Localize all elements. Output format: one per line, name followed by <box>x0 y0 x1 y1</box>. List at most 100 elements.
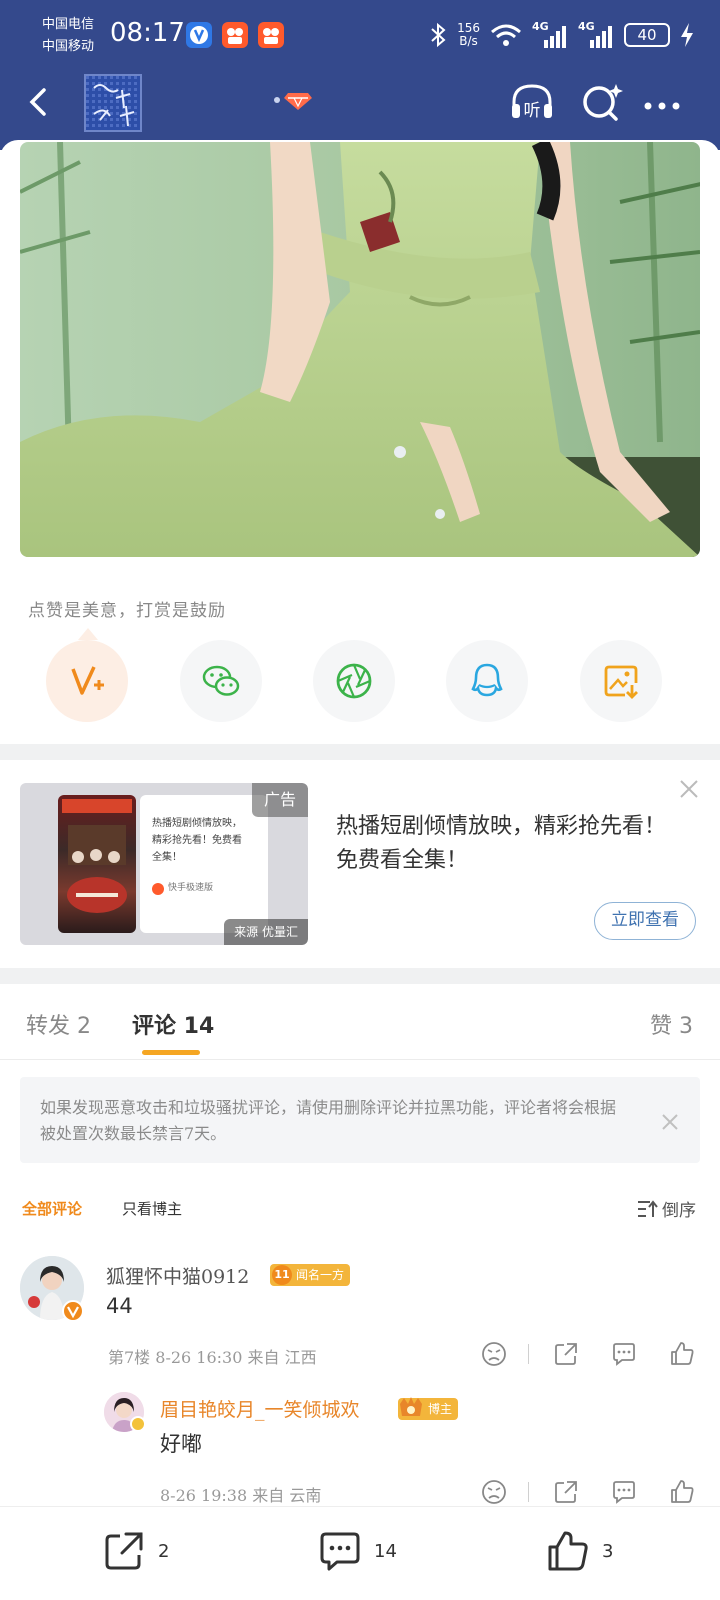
bottom-like-button[interactable]: 3 <box>546 1529 613 1573</box>
comment-icon <box>320 1532 360 1571</box>
battery-level: 40 <box>624 23 670 47</box>
listen-icon[interactable]: 听 <box>508 78 556 126</box>
notice-close-icon[interactable] <box>660 1112 680 1132</box>
status-bar: 中国电信 中国移动 08:17 156 B/s 4G 4G 40 <box>0 0 720 70</box>
ad-card-line-1: 热播短剧倾情放映， <box>152 818 242 829</box>
ad-card: 热播短剧倾情放映， 精彩抢先看！免费看 全集！ 快手极速版 <box>140 795 268 933</box>
reward-tip: 点赞是美意，打赏是鼓励 <box>28 601 226 621</box>
share-row <box>0 640 720 724</box>
sort-icon <box>638 1199 658 1217</box>
wechat-icon <box>202 665 240 696</box>
more-icon[interactable] <box>638 78 686 126</box>
wifi-icon <box>491 24 521 46</box>
blogger-badge-emblem-icon <box>398 1396 422 1416</box>
search-sparkle-icon[interactable] <box>578 78 626 126</box>
ad-close-icon[interactable] <box>678 778 700 800</box>
action-separator <box>528 1482 529 1502</box>
section-gap-2 <box>0 968 720 984</box>
kuaishou-logo-icon <box>152 882 164 895</box>
back-icon[interactable] <box>20 82 60 122</box>
blogger-badge: 博主 <box>398 1396 459 1420</box>
save-image-button[interactable] <box>580 640 662 722</box>
verified-badge-icon <box>62 1300 84 1322</box>
filter-all-comments[interactable]: 全部评论 <box>22 1198 82 1219</box>
ad-view-button[interactable]: 立即查看 <box>594 902 696 940</box>
tab-likes[interactable]: 赞 3 <box>650 1008 693 1040</box>
signal-bars-icon <box>590 26 612 48</box>
active-tab-indicator <box>142 1050 200 1055</box>
clock: 08:17 <box>110 18 185 48</box>
dislike-face-icon[interactable] <box>480 1340 508 1368</box>
fan-level-number: 11 <box>272 1265 292 1285</box>
kuaishou-notification-icon <box>222 22 248 48</box>
ad-card-line-2: 精彩抢先看！免费看 <box>152 835 242 846</box>
kuaishou-notification-icon-2 <box>258 22 284 48</box>
like-thumb-icon[interactable] <box>668 1478 696 1506</box>
ad-poster-art <box>62 799 132 913</box>
reply-text: 好嘟 <box>160 1432 202 1456</box>
ad-card-line-3: 全集！ <box>152 852 182 863</box>
repost-icon[interactable] <box>552 1340 580 1368</box>
post-photo[interactable] <box>20 142 700 557</box>
share-qq-button[interactable] <box>446 640 528 722</box>
status-right: 156 B/s 4G 4G 40 <box>429 18 694 52</box>
comment-meta: 第7楼 8-26 16:30 来自 江西 <box>108 1348 317 1367</box>
tip-pointer <box>78 628 98 640</box>
vip-diamond-icon <box>274 93 312 110</box>
bottom-action-bar: 2 14 3 <box>0 1506 720 1600</box>
ad-card-brand-name: 快手极速版 <box>168 883 214 893</box>
tab-reposts[interactable]: 转发 2 <box>26 1008 91 1040</box>
comment-text: 44 <box>106 1294 133 1318</box>
bottom-comment-button[interactable]: 14 <box>318 1529 397 1573</box>
signal-2: 4G <box>578 20 614 48</box>
blogger-badge-label: 博主 <box>428 1402 453 1416</box>
listen-label: 听 <box>524 101 541 121</box>
share-moments-button[interactable] <box>313 640 395 722</box>
ad-headline[interactable]: 热播短剧倾情放映，精彩抢先看！免费看全集！ <box>336 810 676 878</box>
carrier-1: 中国电信 <box>42 17 95 32</box>
reply-verified-icon <box>130 1416 146 1432</box>
photo-illustration <box>20 142 700 557</box>
fan-level-badge: 11 闻名一方 <box>270 1264 351 1286</box>
page: 中国电信 中国移动 08:17 156 B/s 4G 4G 40 听 点赞是美意… <box>0 0 720 1600</box>
ad-source: 来源 优量汇 <box>224 919 308 945</box>
charging-icon <box>681 23 693 47</box>
like-count: 3 <box>602 1540 614 1562</box>
blogger-avatar[interactable] <box>84 74 142 132</box>
sort-toggle[interactable]: 倒序 <box>636 1196 696 1221</box>
repost-icon[interactable] <box>552 1478 580 1506</box>
carrier-2: 中国移动 <box>42 39 95 54</box>
tab-comments[interactable]: 评论 14 <box>132 1008 214 1040</box>
qq-penguin-icon <box>471 663 503 697</box>
reply-comment-icon[interactable] <box>610 1478 638 1506</box>
reply-meta: 8-26 19:38 来自 云南 <box>160 1486 322 1505</box>
tab-divider <box>0 1059 720 1060</box>
app-notification-icon <box>186 22 212 48</box>
filter-owner-only[interactable]: 只看博主 <box>122 1198 182 1219</box>
save-image-icon <box>604 665 638 699</box>
carrier-info: 中国电信 中国移动 <box>42 14 94 58</box>
commenter-name[interactable]: 狐狸怀中猫0912 <box>106 1262 249 1289</box>
action-separator <box>528 1344 529 1364</box>
share-wechat-button[interactable] <box>180 640 262 722</box>
reply-author-name[interactable]: 眉目艳皎月_一笑倾城欢 <box>160 1395 360 1422</box>
sort-label: 倒序 <box>662 1201 696 1221</box>
like-thumb-icon[interactable] <box>668 1340 696 1368</box>
reply-comment-icon[interactable] <box>610 1340 638 1368</box>
net-speed: 156 B/s <box>457 22 480 48</box>
repost-count: 2 <box>158 1540 170 1562</box>
comment-count: 14 <box>374 1540 397 1562</box>
ad-image[interactable]: 热播短剧倾情放映， 精彩抢先看！免费看 全集！ 快手极速版 广告 来源 优量汇 <box>20 783 308 945</box>
section-gap-1 <box>0 744 720 760</box>
bluetooth-icon <box>431 22 446 48</box>
comment-notice: 如果发现恶意攻击和垃圾骚扰评论，请使用删除评论并拉黑功能，评论者将会根据被处置次… <box>20 1077 700 1163</box>
reward-button[interactable] <box>46 640 128 722</box>
ad-card-brand: 快手极速版 <box>152 880 268 897</box>
bottom-repost-button[interactable]: 2 <box>102 1529 169 1573</box>
signal-bars-icon <box>544 26 566 48</box>
fan-level-title: 闻名一方 <box>296 1268 345 1282</box>
dislike-face-icon[interactable] <box>480 1478 508 1506</box>
repost-icon <box>105 1532 143 1570</box>
moments-aperture-icon <box>336 663 372 699</box>
like-icon <box>548 1531 588 1571</box>
